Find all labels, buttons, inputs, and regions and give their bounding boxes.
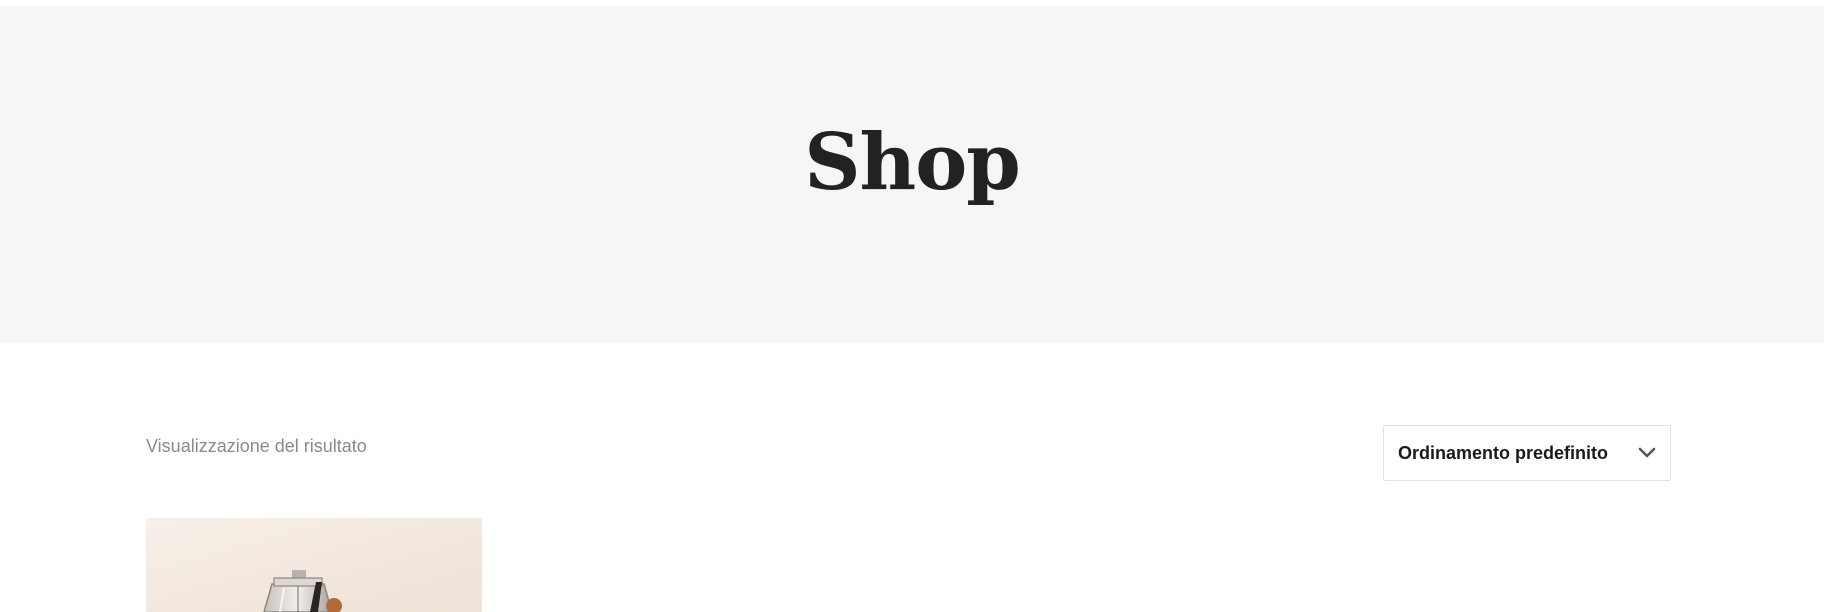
sort-select-value: Ordinamento predefinito [1398, 443, 1609, 463]
sort-select[interactable]: Ordinamento predefinito [1383, 425, 1671, 481]
page-title: Shop [804, 117, 1021, 208]
product-image [146, 518, 482, 612]
product-card[interactable] [146, 518, 482, 612]
result-count: Visualizzazione del risultato [146, 436, 367, 456]
chevron-down-icon [1638, 447, 1656, 458]
